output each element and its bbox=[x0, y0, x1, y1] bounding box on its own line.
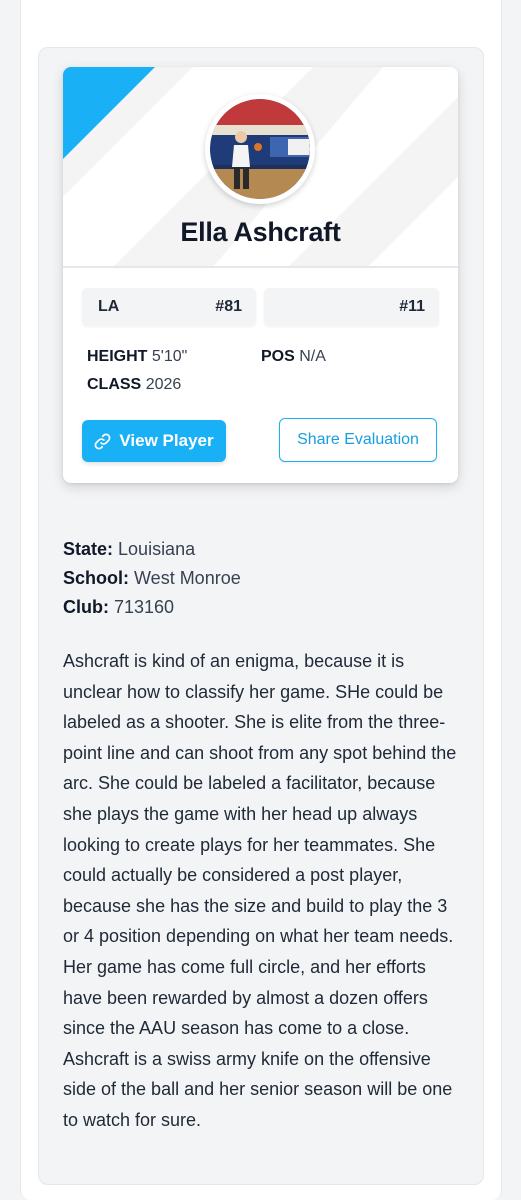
share-evaluation-button[interactable]: Share Evaluation bbox=[279, 418, 437, 462]
club-row: Club: 713160 bbox=[63, 593, 463, 622]
height-stat: HEIGHT 5'10" bbox=[87, 348, 187, 366]
state-value: Louisiana bbox=[118, 539, 196, 559]
player-avatar bbox=[205, 94, 315, 204]
school-row: School: West Monroe bbox=[63, 564, 463, 593]
secondary-number-chip: #11 bbox=[264, 288, 439, 326]
class-label: CLASS bbox=[87, 376, 142, 393]
height-label: HEIGHT bbox=[87, 348, 148, 365]
link-icon bbox=[94, 433, 111, 449]
position-stat: POS N/A bbox=[261, 348, 326, 366]
player-photo bbox=[210, 99, 310, 199]
class-value: 2026 bbox=[145, 376, 182, 393]
view-player-button[interactable]: View Player bbox=[82, 420, 226, 462]
school-value: West Monroe bbox=[134, 568, 241, 588]
school-label: School: bbox=[63, 568, 129, 588]
pos-value: N/A bbox=[299, 348, 326, 365]
pos-label: POS bbox=[261, 348, 295, 365]
state-code: LA bbox=[98, 298, 120, 315]
height-value: 5'10" bbox=[151, 348, 188, 365]
divider bbox=[63, 266, 458, 268]
class-stat: CLASS 2026 bbox=[87, 376, 181, 394]
evaluation-text: Ashcraft is kind of an enigma, because i… bbox=[63, 651, 457, 1130]
club-value: 713160 bbox=[114, 597, 175, 617]
jersey-number-primary: #81 bbox=[215, 298, 242, 315]
player-card-header: Ella Ashcraft bbox=[63, 67, 458, 266]
jersey-number-secondary: #11 bbox=[399, 298, 425, 315]
player-card: Ella Ashcraft LA #81 #11 HEIGHT 5'10" PO… bbox=[63, 67, 458, 483]
club-label: Club: bbox=[63, 597, 109, 617]
state-label: State: bbox=[63, 539, 114, 559]
share-evaluation-label: Share Evaluation bbox=[297, 431, 419, 448]
player-details: State: Louisiana School: West Monroe Clu… bbox=[63, 535, 463, 622]
player-name: Ella Ashcraft bbox=[180, 217, 341, 247]
state-number-chip: LA #81 bbox=[82, 288, 256, 326]
state-row: State: Louisiana bbox=[63, 535, 463, 564]
view-player-label: View Player bbox=[119, 431, 214, 450]
